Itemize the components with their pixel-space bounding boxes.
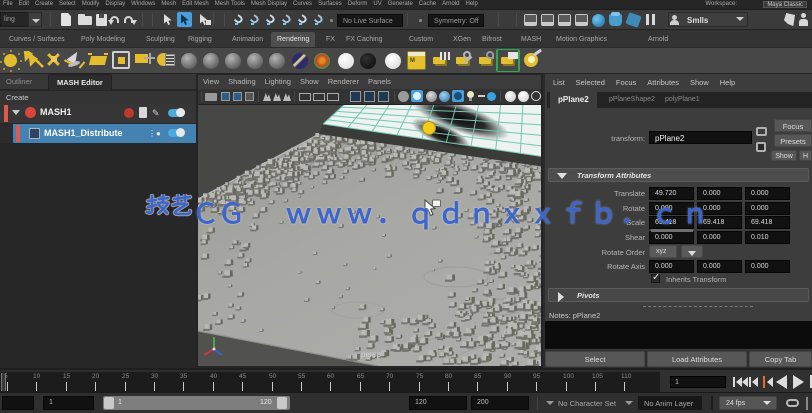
svg-text:persp: persp [361,350,382,359]
